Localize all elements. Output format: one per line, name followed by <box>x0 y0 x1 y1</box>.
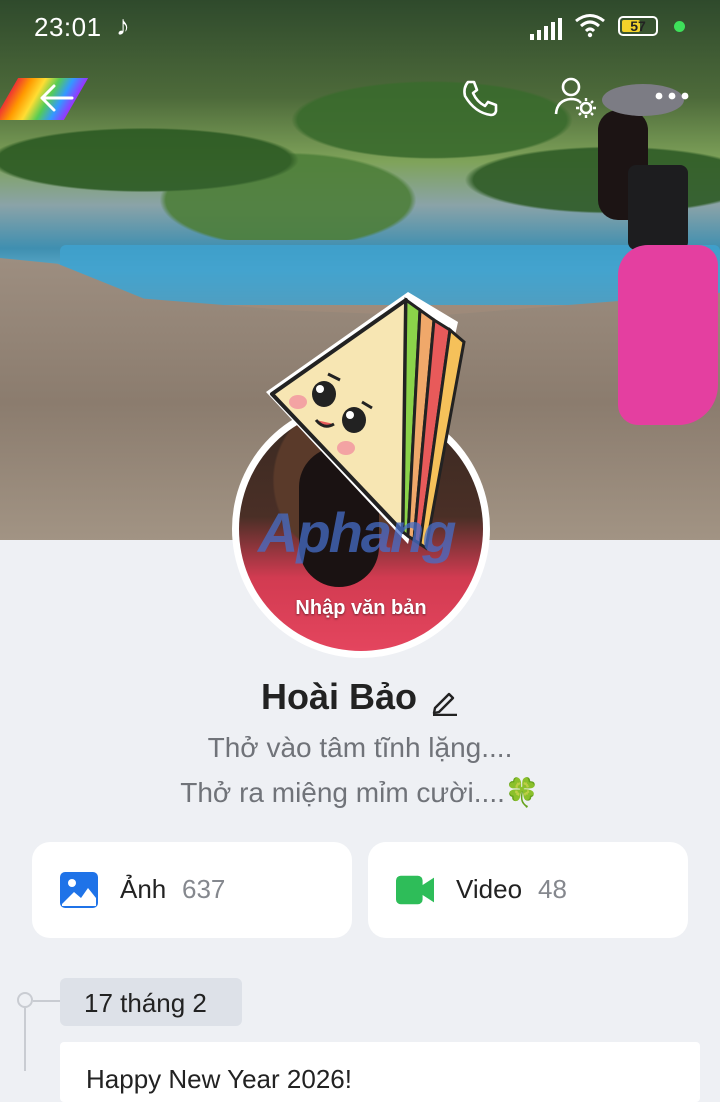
phone-icon[interactable] <box>458 76 502 120</box>
post-text: Happy New Year 2026! <box>86 1064 352 1094</box>
videos-label: Video <box>456 874 523 904</box>
watermark-logo: Aphang <box>258 501 456 564</box>
top-nav <box>0 70 720 126</box>
battery-icon: 57 <box>618 16 658 36</box>
timeline-date: 17 tháng 2 <box>84 988 207 1018</box>
signal-icon <box>530 18 562 40</box>
user-settings-icon[interactable] <box>552 74 600 122</box>
videos-count: 48 <box>538 874 567 904</box>
profile-bio-line-1: Thở vào tâm tĩnh lặng.... <box>207 732 513 763</box>
edit-pencil-icon[interactable] <box>431 688 459 716</box>
timeline-dot <box>17 992 33 1008</box>
image-icon <box>60 872 98 908</box>
battery-percent: 57 <box>630 18 646 34</box>
video-camera-icon <box>396 875 434 905</box>
photos-count: 637 <box>182 874 226 904</box>
timeline-line <box>24 1008 26 1071</box>
wifi-icon <box>575 14 605 38</box>
timeline-date-chip: 17 tháng 2 <box>60 978 242 1026</box>
status-time: 23:01 <box>34 12 102 42</box>
camera-indicator-dot <box>674 21 685 32</box>
timeline-connector <box>33 1000 61 1002</box>
profile-name-row: Hoài Bảo <box>0 676 720 718</box>
avatar-caption: Nhập văn bản <box>295 597 427 619</box>
cover-person-top <box>628 165 688 250</box>
photos-card[interactable]: Ảnh 637 <box>32 842 352 938</box>
profile-name: Hoài Bảo <box>260 676 418 717</box>
videos-card[interactable]: Video 48 <box>368 842 688 938</box>
profile-bio-line-2: Thở ra miệng mỉm cười....🍀 <box>180 777 540 808</box>
tiktok-icon: ♪ <box>116 10 130 41</box>
status-bar: 23:01 ♪ 57 <box>0 0 720 56</box>
photos-label: Ảnh <box>120 874 167 904</box>
timeline-post[interactable]: Happy New Year 2026! <box>60 1042 700 1102</box>
cover-person-skirt <box>618 245 718 425</box>
more-dots-icon[interactable] <box>654 86 690 106</box>
arrow-left-icon[interactable] <box>36 78 76 118</box>
